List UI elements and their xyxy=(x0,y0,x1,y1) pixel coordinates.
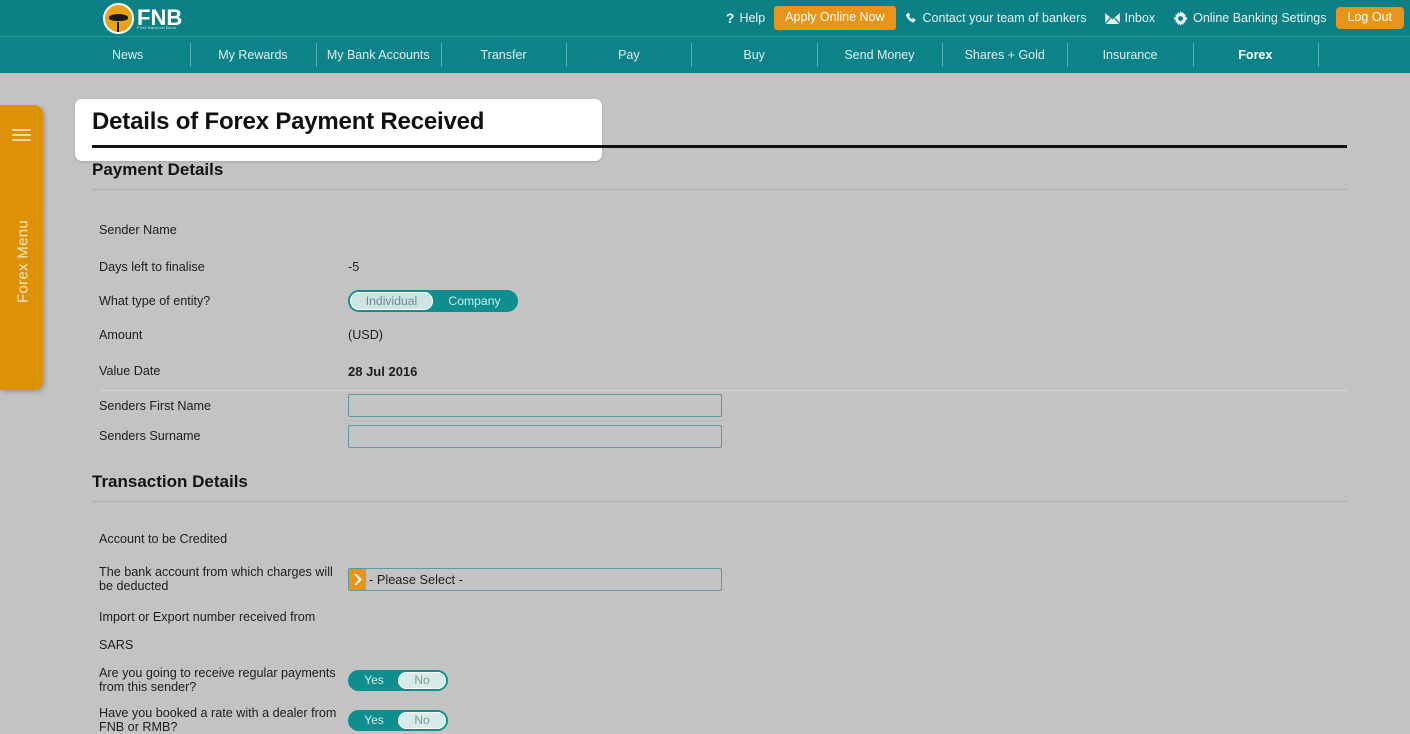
help-link[interactable]: ? Help xyxy=(717,10,774,26)
nav-item-send-money[interactable]: Send Money xyxy=(816,37,942,73)
senders-first-name-label: Senders First Name xyxy=(99,398,211,413)
sars-number-label-2: SARS xyxy=(99,638,134,652)
transaction-details-form: Account to be Credited The bank account … xyxy=(99,522,1348,734)
top-utility-bar: FNB First National Bank ? Help Apply Onl… xyxy=(0,0,1410,36)
booked-rate-option-no[interactable]: No xyxy=(398,711,446,729)
row-value-date: Value Date 28 Jul 2016 xyxy=(99,352,1348,390)
inbox-label: Inbox xyxy=(1124,11,1156,25)
entity-type-option-individual[interactable]: Individual xyxy=(350,292,433,310)
row-senders-first-name: Senders First Name xyxy=(99,390,1348,421)
sars-number-label: Import or Export number received from xyxy=(99,610,316,624)
inbox-link[interactable]: Inbox xyxy=(1096,11,1165,25)
payment-details-form: Sender Name Days left to finalise -5 Wha… xyxy=(99,210,1348,452)
nav-right-spacer xyxy=(1317,37,1410,73)
row-charges-account: The bank account from which charges will… xyxy=(99,556,1348,602)
senders-first-name-input[interactable] xyxy=(348,394,722,417)
amount-value: (USD) xyxy=(348,328,383,342)
nav-item-my-bank-accounts[interactable]: My Bank Accounts xyxy=(315,37,441,73)
nav-item-news[interactable]: News xyxy=(65,37,190,73)
envelope-icon xyxy=(1104,12,1120,24)
nav-item-shares-gold[interactable]: Shares + Gold xyxy=(942,37,1067,73)
main-content: Payment Details Sender Name Days left to… xyxy=(0,160,1410,734)
gear-icon xyxy=(1173,10,1188,26)
row-sars-number-line1: Import or Export number received from xyxy=(99,602,1348,630)
row-sender-name: Sender Name xyxy=(99,210,1348,250)
online-banking-settings-label: Online Banking Settings xyxy=(1193,11,1327,25)
entity-type-label: What type of entity? xyxy=(99,294,211,308)
value-date-value: 28 Jul 2016 xyxy=(348,363,418,379)
contact-bankers-label: Contact your team of bankers xyxy=(922,11,1087,25)
entity-type-toggle[interactable]: Individual Company xyxy=(348,290,518,312)
brand-tagline: First National Bank xyxy=(137,25,177,30)
regular-payments-option-yes[interactable]: Yes xyxy=(350,672,398,689)
row-amount: Amount (USD) xyxy=(99,318,1348,352)
payment-details-heading: Payment Details xyxy=(92,160,1347,190)
hamburger-icon xyxy=(12,129,31,144)
regular-payments-label: Are you going to receive regular payment… xyxy=(99,666,336,694)
senders-surname-input[interactable] xyxy=(348,424,722,448)
nav-left-spacer xyxy=(0,37,65,73)
row-entity-type: What type of entity? Individual Company xyxy=(99,284,1348,318)
apply-online-now-button[interactable]: Apply Online Now xyxy=(774,6,896,30)
row-account-to-be-credited: Account to be Credited xyxy=(99,522,1348,556)
booked-rate-label: Have you booked a rate with a dealer fro… xyxy=(99,706,337,734)
page-root: FNB First National Bank ? Help Apply Onl… xyxy=(0,0,1410,734)
days-left-value: -5 xyxy=(348,260,360,274)
value-date-label: Value Date xyxy=(99,364,161,378)
contact-bankers-link[interactable]: Contact your team of bankers xyxy=(896,11,1096,25)
row-booked-rate: Have you booked a rate with a dealer fro… xyxy=(99,700,1348,734)
regular-payments-option-no[interactable]: No xyxy=(398,671,446,689)
regular-payments-toggle[interactable]: Yes No xyxy=(348,669,448,691)
title-underline xyxy=(92,145,1347,148)
top-bar-actions: ? Help Apply Online Now Contact your tea… xyxy=(717,0,1404,36)
chevron-right-icon xyxy=(349,568,366,590)
logout-button[interactable]: Log Out xyxy=(1335,7,1404,29)
row-days-left: Days left to finalise -5 xyxy=(99,250,1348,284)
transaction-details-heading: Transaction Details xyxy=(92,472,1347,502)
row-senders-surname: Senders Surname xyxy=(99,421,1348,452)
account-to-be-credited-label: Account to be Credited xyxy=(99,532,228,546)
nav-item-my-rewards[interactable]: My Rewards xyxy=(190,37,315,73)
nav-item-transfer[interactable]: Transfer xyxy=(440,37,566,73)
sender-name-label: Sender Name xyxy=(99,223,177,237)
row-regular-payments: Are you going to receive regular payment… xyxy=(99,660,1348,700)
nav-item-insurance[interactable]: Insurance xyxy=(1067,37,1192,73)
entity-type-option-company[interactable]: Company xyxy=(433,292,516,310)
booked-rate-option-yes[interactable]: Yes xyxy=(350,712,398,729)
charges-account-select[interactable]: - Please Select - xyxy=(348,567,722,591)
nav-item-buy[interactable]: Buy xyxy=(691,37,816,73)
question-mark-icon: ? xyxy=(725,10,735,26)
amount-label: Amount xyxy=(99,328,143,342)
charges-account-label: The bank account from which charges will… xyxy=(99,565,333,593)
row-sars-number-line2: SARS xyxy=(99,630,1348,660)
nav-item-forex[interactable]: Forex xyxy=(1192,37,1318,73)
senders-surname-label: Senders Surname xyxy=(99,429,201,443)
main-navigation: News My Rewards My Bank Accounts Transfe… xyxy=(0,36,1410,73)
charges-account-selected-value: - Please Select - xyxy=(369,571,463,587)
fnb-tree-logo-icon xyxy=(103,2,134,34)
days-left-label: Days left to finalise xyxy=(99,260,205,274)
online-banking-settings-link[interactable]: Online Banking Settings xyxy=(1164,10,1335,26)
nav-item-pay[interactable]: Pay xyxy=(566,37,691,73)
booked-rate-toggle[interactable]: Yes No xyxy=(348,709,448,731)
phone-icon xyxy=(905,12,918,25)
help-label: Help xyxy=(739,11,766,25)
page-title: Details of Forex Payment Received xyxy=(92,108,485,135)
